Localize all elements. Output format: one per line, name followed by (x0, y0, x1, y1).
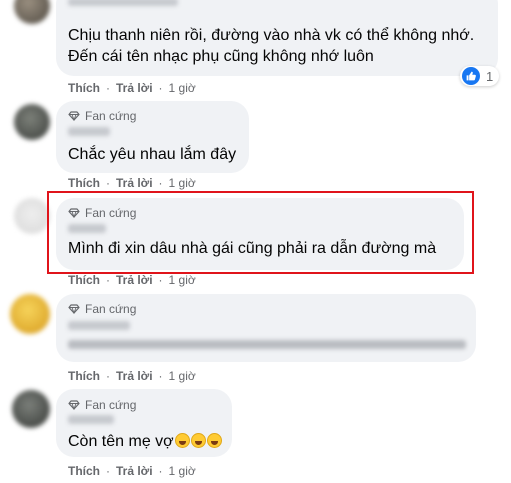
avatar[interactable] (10, 294, 50, 334)
like-link[interactable]: Thích (68, 369, 100, 383)
comment-text: Chịu thanh niên rồi, đường vào nhà vk có… (68, 27, 475, 44)
timestamp[interactable]: 1 giờ (169, 81, 196, 95)
like-link[interactable]: Thích (68, 273, 100, 287)
reply-link[interactable]: Trả lời (116, 81, 153, 95)
reaction-summary[interactable]: 1 (460, 66, 500, 86)
separator: · (106, 176, 110, 190)
like-link[interactable]: Thích (68, 464, 100, 478)
avatar[interactable] (14, 0, 50, 24)
blurred-comment-text (68, 340, 466, 349)
separator: · (158, 369, 163, 383)
timestamp[interactable]: 1 giờ (169, 369, 196, 383)
badge-label: Fan cứng (85, 398, 137, 412)
comment-text: Chắc yêu nhau lắm đây (68, 146, 237, 163)
commenter-name[interactable] (68, 0, 178, 6)
like-link[interactable]: Thích (68, 81, 100, 95)
separator: · (158, 464, 163, 478)
timestamp[interactable]: 1 giờ (169, 176, 196, 190)
diamond-icon (68, 304, 80, 314)
fan-badge[interactable]: Fan cứng (68, 398, 136, 412)
avatar[interactable] (14, 104, 50, 140)
highlight-box (47, 191, 474, 274)
avatar[interactable] (12, 390, 50, 428)
reply-link[interactable]: Trả lời (116, 273, 153, 287)
reaction-count: 1 (486, 68, 494, 84)
comment-text-content: Còn tên mẹ vợ (68, 433, 174, 450)
separator: · (158, 273, 163, 287)
comment-actions: Thích · Trả lời · 1 giờ (68, 369, 196, 383)
separator: · (106, 273, 110, 287)
rofl-emoji-icon (174, 433, 190, 448)
timestamp[interactable]: 1 giờ (169, 464, 196, 478)
timestamp[interactable]: 1 giờ (169, 273, 196, 287)
comment-text: Còn tên mẹ vợ (68, 431, 222, 452)
like-thumb-icon (462, 67, 480, 85)
comment-actions: Thích · Trả lời · 1 giờ (68, 273, 196, 287)
comment-text: Đến cái tên nhạc phụ cũng không nhớ luôn (68, 48, 374, 65)
fan-badge[interactable]: Fan cứng (68, 302, 136, 316)
reply-link[interactable]: Trả lời (116, 176, 153, 190)
diamond-icon (68, 400, 80, 410)
badge-label: Fan cứng (85, 109, 137, 123)
comment-actions: Thích · Trả lời · 1 giờ (68, 176, 196, 190)
fan-badge[interactable]: Fan cứng (68, 109, 136, 123)
like-link[interactable]: Thích (68, 176, 100, 190)
commenter-name[interactable] (68, 127, 110, 136)
separator: · (106, 369, 110, 383)
rofl-emoji-icon (206, 433, 222, 448)
separator: · (158, 81, 163, 95)
commenter-name[interactable] (68, 321, 130, 330)
comment-actions: Thích · Trả lời · 1 giờ (68, 464, 196, 478)
badge-label: Fan cứng (85, 302, 137, 316)
separator: · (106, 464, 110, 478)
diamond-icon (68, 111, 80, 121)
avatar[interactable] (14, 198, 50, 234)
commenter-name[interactable] (68, 415, 114, 424)
separator: · (106, 81, 110, 95)
reply-link[interactable]: Trả lời (116, 369, 153, 383)
comment-actions: Thích · Trả lời · 1 giờ (68, 81, 196, 95)
rofl-emoji-icon (190, 433, 206, 448)
reply-link[interactable]: Trả lời (116, 464, 153, 478)
separator: · (158, 176, 163, 190)
